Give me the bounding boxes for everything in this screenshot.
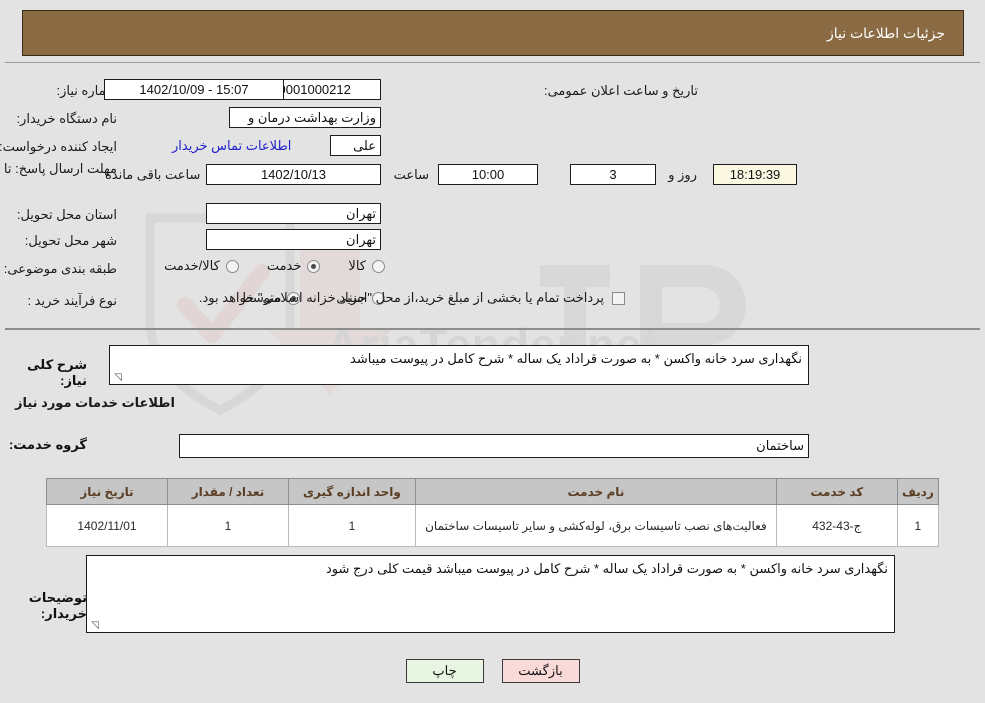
- cell-code: ج-43-432: [775, 504, 898, 547]
- back-button[interactable]: بازگشت: [501, 659, 580, 683]
- days-label: روز و: [668, 167, 697, 182]
- days-remaining-value: 3: [570, 164, 656, 185]
- col-header-unit: واحد اندازه گیری: [287, 478, 416, 505]
- treasury-checkbox-wrap[interactable]: پرداخت تمام یا بخشی از مبلغ خرید،از محل …: [199, 290, 625, 306]
- action-button-bar: بازگشت چاپ: [0, 659, 985, 683]
- cell-qty: 1: [167, 504, 289, 547]
- cell-name: فعالیت‌های نصب تاسیسات برق، لوله‌کشی و س…: [414, 504, 777, 547]
- general-desc-value: نگهداری سرد خانه واکسن * به صورت قراداد …: [350, 351, 802, 366]
- page-root: AriaTender.net جزئیات اطلاعات نیاز شماره…: [0, 0, 985, 703]
- resize-grip-icon[interactable]: ◹: [89, 621, 99, 631]
- category-option-label: کالا/خدمت: [164, 258, 220, 273]
- services-table: ردیف کد خدمت نام خدمت واحد اندازه گیری ت…: [45, 478, 940, 547]
- radio-icon[interactable]: [372, 259, 385, 273]
- general-desc-label: شرح کلی نیاز:: [27, 357, 87, 388]
- col-header-code: کد خدمت: [775, 478, 898, 505]
- category-option-kala-khedmat[interactable]: کالا/خدمت: [164, 258, 239, 274]
- general-desc-textarea[interactable]: نگهداری سرد خانه واکسن * به صورت قراداد …: [109, 345, 809, 385]
- creator-value: علی غیبی کارشناس خرید وزارت بهداشت درمان…: [330, 135, 381, 156]
- service-group-value: ساختمان: [179, 434, 809, 458]
- page-title: جزئیات اطلاعات نیاز: [826, 24, 945, 41]
- category-radio-group: کالا خدمت کالا/خدمت: [164, 258, 385, 274]
- cell-unit: 1: [287, 504, 416, 547]
- city-value: تهران: [206, 229, 381, 250]
- province-value: تهران: [206, 203, 381, 224]
- cell-date: 1402/11/01: [45, 504, 169, 547]
- radio-icon[interactable]: [307, 259, 321, 273]
- announce-datetime-value: 15:07 - 1402/10/09: [104, 79, 284, 100]
- treasury-checkbox-label: پرداخت تمام یا بخشی از مبلغ خرید،از محل …: [198, 290, 604, 305]
- radio-icon[interactable]: [225, 259, 239, 273]
- hour-label: ساعت: [393, 167, 429, 182]
- page-header: جزئیات اطلاعات نیاز: [22, 10, 964, 56]
- services-section-heading: اطلاعات خدمات مورد نیاز: [14, 395, 175, 410]
- category-option-kala[interactable]: کالا: [348, 258, 385, 274]
- col-header-radif: ردیف: [896, 478, 940, 505]
- category-option-label: کالا: [348, 258, 366, 273]
- deadline-date-value: 1402/10/13: [206, 164, 381, 185]
- buyer-org-value: وزارت بهداشت درمان و اموزش پزشکی: [229, 107, 381, 128]
- category-option-label: خدمت: [266, 258, 302, 273]
- countdown-label: ساعت باقی مانده: [105, 167, 201, 182]
- buyer-notes-value: نگهداری سرد خانه واکسن * به صورت قراداد …: [325, 561, 888, 576]
- resize-grip-icon[interactable]: ◹: [112, 373, 122, 383]
- col-header-name: نام خدمت: [414, 478, 777, 505]
- print-button[interactable]: چاپ: [405, 659, 484, 683]
- table-header-row: ردیف کد خدمت نام خدمت واحد اندازه گیری ت…: [45, 478, 940, 505]
- table-row: 1 ج-43-432 فعالیت‌های نصب تاسیسات برق، ل…: [45, 504, 940, 547]
- category-option-khedmat[interactable]: خدمت: [267, 258, 321, 274]
- checkbox-icon[interactable]: [612, 291, 625, 305]
- col-header-qty: تعداد / مقدار: [167, 478, 289, 505]
- countdown-timer-value: 18:19:39: [713, 164, 797, 185]
- buyer-notes-label: توضیحات خریدار:: [28, 590, 87, 621]
- service-group-label: گروه خدمت:: [8, 437, 87, 452]
- buyer-contact-link[interactable]: اطلاعات تماس خریدار: [172, 138, 291, 154]
- buyer-notes-textarea[interactable]: نگهداری سرد خانه واکسن * به صورت قراداد …: [86, 555, 895, 633]
- cell-radif: 1: [896, 504, 940, 547]
- hour-value: 10:00: [438, 164, 538, 185]
- col-header-date: تاریخ نیاز: [45, 478, 169, 505]
